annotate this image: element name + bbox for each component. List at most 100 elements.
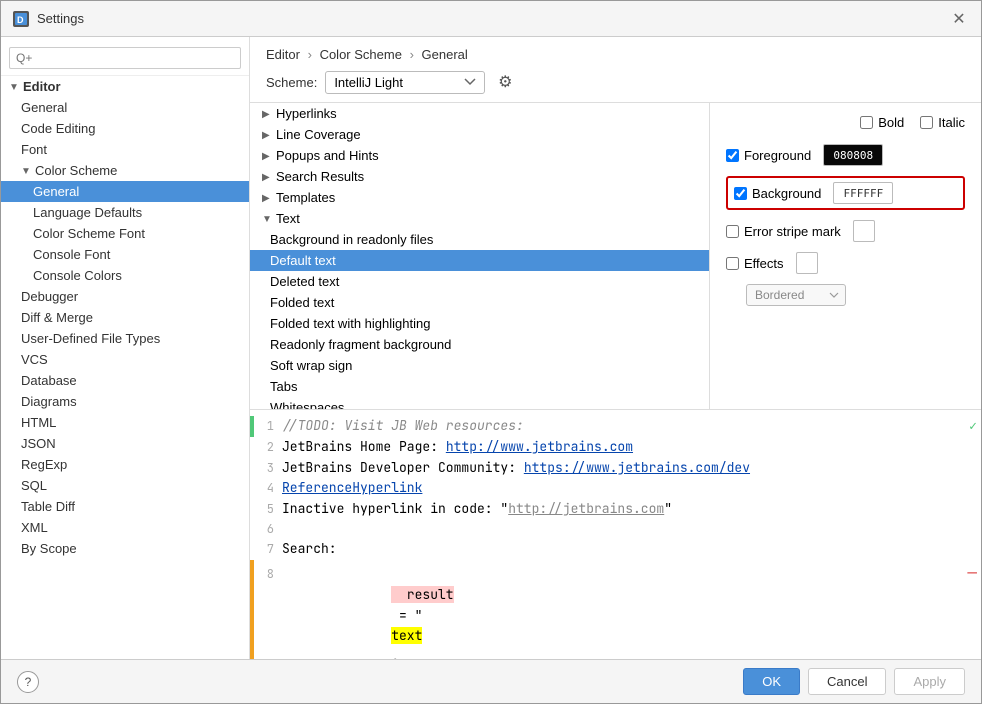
effects-type-select[interactable]: Bordered [746, 284, 846, 306]
code-line-3: 3 JetBrains Developer Community: https:/… [254, 458, 981, 479]
dialog-footer: ? OK Cancel Apply [1, 659, 981, 703]
effects-checkbox-label[interactable]: Effects [726, 256, 784, 271]
ok-button[interactable]: OK [743, 668, 800, 695]
expand-icon [262, 130, 272, 140]
foreground-checkbox[interactable] [726, 149, 739, 162]
title-bar: D Settings ✕ [1, 1, 981, 37]
reference-hyperlink[interactable]: ReferenceHyperlink [282, 479, 422, 496]
preview-line-7: 7 Search: [250, 539, 981, 560]
tree-item-deleted-text[interactable]: Deleted text [250, 271, 709, 292]
background-color-box[interactable]: FFFFFF [833, 182, 893, 204]
sidebar-item-database[interactable]: Database [1, 370, 249, 391]
sidebar-search[interactable] [1, 41, 249, 76]
cancel-button[interactable]: Cancel [808, 668, 886, 695]
expand-icon [262, 193, 272, 203]
sidebar-item-general-cs[interactable]: General [1, 181, 249, 202]
dialog-title: Settings [37, 11, 84, 26]
sidebar-item-sql[interactable]: SQL [1, 475, 249, 496]
tree-item-whitespaces[interactable]: Whitespaces [250, 397, 709, 409]
warning-icon: — [967, 560, 981, 586]
tree-item-templates[interactable]: Templates [250, 187, 709, 208]
tree-item-default-text[interactable]: Default text [250, 250, 709, 271]
bold-checkbox[interactable] [860, 116, 873, 129]
expand-icon [262, 151, 272, 161]
scheme-select[interactable]: IntelliJ Light Darcula High Contrast Def… [325, 71, 485, 94]
tree-item-soft-wrap[interactable]: Soft wrap sign [250, 355, 709, 376]
tree-panel: Hyperlinks Line Coverage Popups and Hint… [250, 103, 710, 409]
tree-item-popups-hints[interactable]: Popups and Hints [250, 145, 709, 166]
link-2[interactable]: https://www.jetbrains.com/dev [524, 459, 750, 476]
sidebar-item-diagrams[interactable]: Diagrams [1, 391, 249, 412]
sidebar-item-json[interactable]: JSON [1, 433, 249, 454]
main-content: Editor › Color Scheme › General Scheme: … [250, 37, 981, 659]
tree-item-readonly-bg[interactable]: Readonly fragment background [250, 334, 709, 355]
link-1[interactable]: http://www.jetbrains.com [446, 438, 633, 455]
search-input[interactable] [9, 47, 241, 69]
background-checkbox-label[interactable]: Background [734, 186, 821, 201]
sidebar-item-xml[interactable]: XML [1, 517, 249, 538]
effects-color-box[interactable] [796, 252, 818, 274]
sidebar-item-color-scheme-font[interactable]: Color Scheme Font [1, 223, 249, 244]
background-row: Background FFFFFF [726, 176, 965, 210]
sidebar-item-table-diff[interactable]: Table Diff [1, 496, 249, 517]
preview-line-8: 8 result = " text , text , text "; — [250, 560, 981, 659]
gear-button[interactable]: ⚙ [493, 70, 517, 94]
effects-row: Effects [726, 252, 965, 274]
error-stripe-row: Error stripe mark [726, 220, 965, 242]
sidebar-item-editor[interactable]: Editor [1, 76, 249, 97]
content-area: Hyperlinks Line Coverage Popups and Hint… [250, 103, 981, 409]
preview-line-5: 5 Inactive hyperlink in code: "http://je… [250, 499, 981, 520]
foreground-color-box[interactable]: 080808 [823, 144, 883, 166]
sidebar-item-language-defaults[interactable]: Language Defaults [1, 202, 249, 223]
error-stripe-checkbox[interactable] [726, 225, 739, 238]
apply-button[interactable]: Apply [894, 668, 965, 695]
sidebar-item-by-scope[interactable]: By Scope [1, 538, 249, 559]
expand-icon [262, 172, 272, 182]
code-line-5: 5 Inactive hyperlink in code: "http://je… [254, 499, 981, 520]
tree-item-tabs[interactable]: Tabs [250, 376, 709, 397]
tree-item-search-results[interactable]: Search Results [250, 166, 709, 187]
title-bar-left: D Settings [13, 11, 84, 27]
preview-line-4: 4 ReferenceHyperlink [250, 478, 981, 499]
expand-icon [262, 214, 272, 224]
sidebar-item-diff-merge[interactable]: Diff & Merge [1, 307, 249, 328]
sidebar-item-general[interactable]: General [1, 97, 249, 118]
sidebar-item-console-colors[interactable]: Console Colors [1, 265, 249, 286]
sidebar: Editor General Code Editing Font Color S… [1, 37, 250, 659]
sidebar-item-code-editing[interactable]: Code Editing [1, 118, 249, 139]
close-button[interactable]: ✕ [949, 9, 969, 29]
preview-line-1: 1 //TODO: Visit JB Web resources: ✓ [250, 416, 981, 437]
tree-item-folded-highlight[interactable]: Folded text with highlighting [250, 313, 709, 334]
tree-item-bg-readonly[interactable]: Background in readonly files [250, 229, 709, 250]
sidebar-item-vcs[interactable]: VCS [1, 349, 249, 370]
preview-line-6: 6 [250, 520, 981, 539]
sidebar-item-html[interactable]: HTML [1, 412, 249, 433]
italic-checkbox-label[interactable]: Italic [920, 115, 965, 130]
app-icon: D [13, 11, 29, 27]
preview-line-3: 3 JetBrains Developer Community: https:/… [250, 458, 981, 479]
foreground-checkbox-label[interactable]: Foreground [726, 148, 811, 163]
sidebar-item-debugger[interactable]: Debugger [1, 286, 249, 307]
error-stripe-checkbox-label[interactable]: Error stripe mark [726, 224, 841, 239]
sidebar-item-font[interactable]: Font [1, 139, 249, 160]
footer-buttons: OK Cancel Apply [743, 668, 965, 695]
help-button[interactable]: ? [17, 671, 39, 693]
inactive-link: http://jetbrains.com [508, 500, 664, 517]
sidebar-item-console-font[interactable]: Console Font [1, 244, 249, 265]
tree-item-folded-text[interactable]: Folded text [250, 292, 709, 313]
tree-item-text[interactable]: Text [250, 208, 709, 229]
error-stripe-color-box[interactable] [853, 220, 875, 242]
sidebar-item-color-scheme[interactable]: Color Scheme [1, 160, 249, 181]
sidebar-item-user-defined[interactable]: User-Defined File Types [1, 328, 249, 349]
main-header: Editor › Color Scheme › General Scheme: … [250, 37, 981, 103]
tree-item-hyperlinks[interactable]: Hyperlinks [250, 103, 709, 124]
sidebar-item-regexp[interactable]: RegExp [1, 454, 249, 475]
tree-item-line-coverage[interactable]: Line Coverage [250, 124, 709, 145]
italic-checkbox[interactable] [920, 116, 933, 129]
background-checkbox[interactable] [734, 187, 747, 200]
breadcrumb: Editor › Color Scheme › General [266, 47, 965, 62]
bold-checkbox-label[interactable]: Bold [860, 115, 904, 130]
effects-checkbox[interactable] [726, 257, 739, 270]
code-line-1: 1 //TODO: Visit JB Web resources: ✓ [254, 416, 981, 437]
result-highlight: result [391, 586, 453, 603]
